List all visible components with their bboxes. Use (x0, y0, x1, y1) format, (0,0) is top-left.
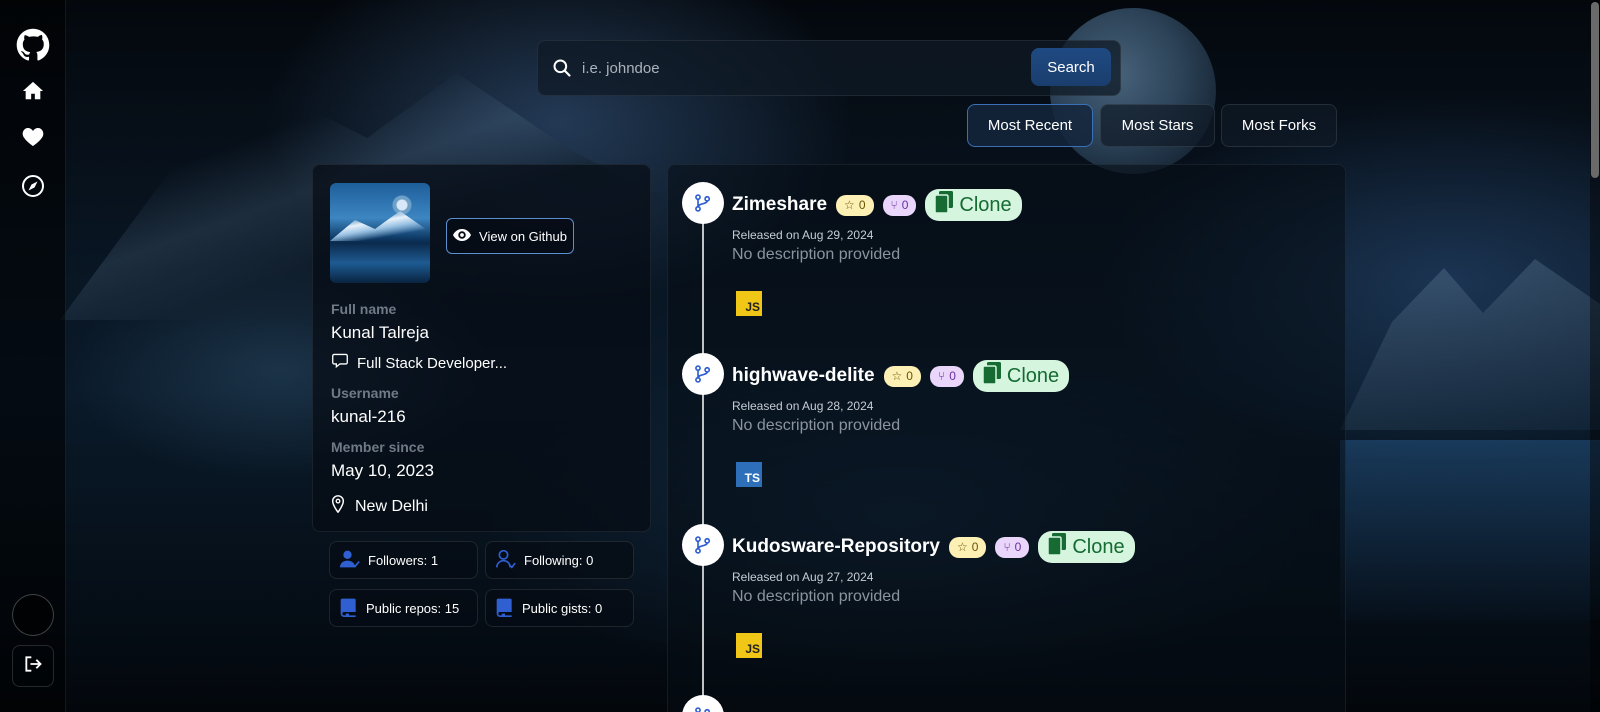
repo-description: No description provided (732, 246, 901, 263)
repo-item: Kudosware-Repository ☆ 0 ⑂ 0 Clone Release… (668, 507, 1347, 677)
star-icon: ☆ (844, 198, 855, 212)
eye-icon (453, 228, 472, 245)
book-icon (496, 597, 514, 620)
compass-icon[interactable] (17, 170, 49, 202)
javascript-icon: JS (736, 633, 762, 658)
avatar[interactable] (12, 594, 54, 636)
mountain-background-right (1340, 259, 1600, 430)
git-branch-icon (682, 695, 724, 712)
javascript-icon: JS (736, 291, 762, 316)
git-branch-icon (682, 182, 724, 224)
copy-icon (934, 191, 954, 219)
book-icon (340, 597, 358, 620)
search-icon (552, 58, 572, 78)
search-bar: Search (537, 40, 1121, 96)
release-date: Released on Aug 29, 2024 (732, 228, 874, 242)
copy-icon (1047, 533, 1067, 561)
copy-icon (982, 362, 1001, 390)
scrollbar-thumb[interactable] (1591, 2, 1599, 178)
search-button[interactable]: Search (1031, 48, 1111, 86)
github-icon[interactable] (16, 28, 50, 62)
scrollbar[interactable] (1590, 0, 1600, 712)
repo-name[interactable]: Kudosware-Repository (732, 536, 940, 558)
full-name-value: Kunal Talreja (331, 323, 429, 342)
fork-icon: ⑂ (1003, 540, 1011, 554)
repo-description: No description provided (732, 588, 901, 605)
public-repos-text: Public repos: 15 (366, 600, 460, 616)
fork-count-badge: ⑂ 0 (882, 194, 917, 216)
repo-name[interactable]: highwave-delite (732, 365, 875, 387)
following-stat[interactable]: Following: 0 (485, 541, 634, 579)
profile-card: View on Github Full name Kunal Talreja F… (312, 164, 651, 532)
username-value: kunal-216 (331, 407, 406, 426)
fork-icon: ⑂ (890, 198, 898, 212)
public-gists-stat[interactable]: Public gists: 0 (485, 589, 634, 627)
speech-bubble-icon (331, 353, 349, 373)
followers-text: Followers: 1 (368, 552, 439, 568)
search-input[interactable] (582, 59, 1012, 77)
bio: Full Stack Developer... (331, 353, 507, 373)
lake-background (1340, 440, 1600, 620)
sidebar (0, 0, 66, 712)
star-icon: ☆ (956, 540, 968, 554)
member-since-label: Member since (331, 439, 425, 455)
fork-count-badge: ⑂ 0 (929, 365, 964, 387)
fork-count-badge: ⑂ 0 (995, 536, 1030, 558)
member-since-value: May 10, 2023 (331, 461, 435, 480)
map-pin-icon (331, 495, 345, 518)
release-date: Released on Aug 28, 2024 (732, 399, 874, 413)
star-count-badge: ☆ 0 (883, 365, 921, 387)
tab-most-forks[interactable]: Most Forks (1221, 104, 1337, 147)
followers-stat[interactable]: Followers: 1 (329, 541, 478, 579)
heart-icon[interactable] (17, 121, 49, 153)
repo-item: highwave-delite ☆ 0 ⑂ 0 Clone Released on … (668, 336, 1347, 506)
logout-button[interactable] (12, 645, 54, 687)
repo-item: Zimeshare ☆ 0 ⑂ 0 Clone Released on Aug 29… (668, 165, 1347, 335)
username-label: Username (331, 385, 399, 401)
repo-description: No description provided (732, 417, 901, 434)
git-branch-icon (682, 353, 724, 395)
view-on-github-label: View on Github (479, 228, 567, 244)
user-icon (496, 549, 516, 572)
clone-button[interactable]: Clone (972, 360, 1070, 392)
repos-panel: Zimeshare ☆ 0 ⑂ 0 Clone Released on Aug 29… (667, 164, 1346, 712)
git-branch-icon (682, 524, 724, 566)
profile-image (330, 183, 430, 283)
star-count-badge: ☆ 0 (836, 194, 874, 216)
location: New Delhi (331, 495, 428, 518)
repo-name[interactable]: Zimeshare (732, 194, 827, 216)
clone-button[interactable]: Clone (1038, 531, 1135, 563)
star-count-badge: ☆ 0 (948, 536, 987, 558)
view-on-github-button[interactable]: View on Github (446, 218, 574, 254)
bio-text: Full Stack Developer... (357, 354, 508, 372)
release-date: Released on Aug 27, 2024 (732, 570, 874, 584)
fork-icon: ⑂ (937, 369, 946, 383)
clone-button[interactable]: Clone (925, 189, 1022, 221)
typescript-icon: TS (736, 462, 762, 487)
star-icon: ☆ (891, 369, 903, 383)
home-icon[interactable] (17, 75, 49, 107)
logout-icon (23, 654, 43, 679)
location-text: New Delhi (355, 497, 428, 515)
tab-most-stars[interactable]: Most Stars (1100, 104, 1215, 147)
public-gists-text: Public gists: 0 (522, 600, 603, 616)
user-check-icon (340, 549, 360, 572)
full-name-label: Full name (331, 301, 397, 317)
tab-most-recent[interactable]: Most Recent (967, 104, 1093, 147)
public-repos-stat[interactable]: Public repos: 15 (329, 589, 478, 627)
following-text: Following: 0 (524, 552, 594, 568)
